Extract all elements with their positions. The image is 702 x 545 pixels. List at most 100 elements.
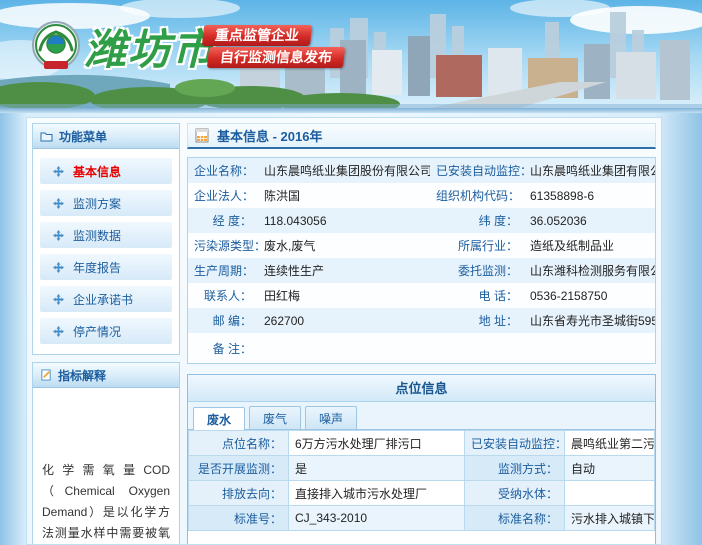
sidebar-item-monitor-data[interactable]: 监测数据: [40, 222, 172, 248]
page-content: 功能菜单 基本信息 监测方案: [26, 117, 662, 545]
tab-waste-gas[interactable]: 废气: [249, 406, 301, 429]
clipboard-icon: [195, 128, 209, 143]
banner-badge-1: 重点监管企业: [202, 25, 312, 46]
move-arrows-icon: [53, 262, 64, 273]
top-banner: 潍坊市 重点监管企业 自行监测信息发布: [0, 0, 702, 108]
field-value: 污水排入城镇下水道水质标准: [565, 506, 655, 531]
field-value: 山东晨鸣纸业集团有限公司: [524, 158, 655, 183]
sidebar-item-label: 年度报告: [73, 259, 121, 276]
point-table-gap: [188, 531, 655, 545]
banner-divider: [0, 108, 702, 113]
move-arrows-icon: [53, 166, 64, 177]
function-menu-title: 功能菜单: [59, 128, 107, 145]
field-value: 山东省寿光市圣城街595号: [524, 308, 655, 333]
table-row: 污染源类型： 废水,废气 所属行业： 造纸及纸制品业: [188, 233, 655, 258]
field-label: 联系人：: [188, 283, 258, 308]
move-arrows-icon: [53, 294, 64, 305]
function-menu-header: 功能菜单: [33, 124, 179, 149]
indicator-text: 化学需氧量COD（Chemical Oxygen Demand）是以化学方法测量…: [33, 388, 179, 545]
point-info-title: 点位信息: [188, 375, 655, 402]
table-row: 备 注：: [188, 333, 655, 363]
field-label: 邮 编：: [188, 308, 258, 333]
field-label: 委托监测：: [430, 258, 524, 283]
field-label: 经 度：: [188, 208, 258, 233]
field-value: [258, 333, 655, 363]
function-menu-list: 基本信息 监测方案 监测数据: [33, 149, 179, 354]
main-content: 基本信息 - 2016年 企业名称： 山东晨鸣纸业集团股份有限公司 已安装自动监…: [187, 123, 656, 539]
field-label: 企业法人：: [188, 183, 258, 208]
field-label: 组织机构代码：: [430, 183, 524, 208]
field-value: 连续性生产: [258, 258, 430, 283]
move-arrows-icon: [53, 198, 64, 209]
field-label: 生产周期：: [188, 258, 258, 283]
field-label: 污染源类型：: [188, 233, 258, 258]
sidebar-item-label: 停产情况: [73, 323, 121, 340]
field-value: 废水,废气: [258, 233, 430, 258]
field-label: 监测方式：: [465, 456, 565, 481]
field-value: 陈洪国: [258, 183, 430, 208]
table-row: 邮 编： 262700 地 址： 山东省寿光市圣城街595号: [188, 308, 655, 333]
field-value: CJ_343-2010: [289, 506, 465, 531]
table-row: 企业名称： 山东晨鸣纸业集团股份有限公司 已安装自动监控： 山东晨鸣纸业集团有限…: [188, 158, 655, 183]
field-value: 118.043056: [258, 208, 430, 233]
table-row: 点位名称： 6万方污水处理厂排污口 已安装自动监控： 晨鸣纸业第二污水处理厂: [189, 431, 655, 456]
point-tabs: 废水 废气 噪声: [188, 402, 655, 430]
field-value: [565, 481, 655, 506]
sidebar-item-commitment[interactable]: 企业承诺书: [40, 286, 172, 312]
epa-logo: [30, 20, 82, 74]
field-label: 纬 度：: [430, 208, 524, 233]
indicator-header: 指标解释: [33, 363, 179, 388]
sidebar-item-label: 基本信息: [73, 163, 121, 180]
field-value: 自动: [565, 456, 655, 481]
field-label: 点位名称：: [189, 431, 289, 456]
field-label: 标准名称：: [465, 506, 565, 531]
field-value: 262700: [258, 308, 430, 333]
field-value: 是: [289, 456, 465, 481]
field-value: 6万方污水处理厂排污口: [289, 431, 465, 456]
field-value: 山东潍科检测服务有限公司: [524, 258, 655, 283]
sidebar-item-annual-report[interactable]: 年度报告: [40, 254, 172, 280]
tab-wastewater[interactable]: 废水: [193, 407, 245, 430]
field-label: 受纳水体：: [465, 481, 565, 506]
field-label: 电 话：: [430, 283, 524, 308]
point-table-1: 点位名称： 6万方污水处理厂排污口 已安装自动监控： 晨鸣纸业第二污水处理厂 是…: [188, 430, 655, 531]
table-row: 标准号： CJ_343-2010 标准名称： 污水排入城镇下水道水质标准: [189, 506, 655, 531]
indicator-panel: 指标解释 化学需氧量COD（Chemical Oxygen Demand）是以化…: [32, 362, 180, 545]
notepad-icon: [40, 369, 52, 381]
section-header: 基本信息 - 2016年: [187, 123, 656, 149]
move-arrows-icon: [53, 326, 64, 337]
field-value: 山东晨鸣纸业集团股份有限公司: [258, 158, 430, 183]
tab-noise[interactable]: 噪声: [305, 406, 357, 429]
sidebar-item-label: 监测方案: [73, 195, 121, 212]
move-arrows-icon: [53, 230, 64, 241]
field-label: 是否开展监测：: [189, 456, 289, 481]
field-value: 田红梅: [258, 283, 430, 308]
field-label: 排放去向：: [189, 481, 289, 506]
basic-info-table-container: 企业名称： 山东晨鸣纸业集团股份有限公司 已安装自动监控： 山东晨鸣纸业集团有限…: [187, 157, 656, 364]
point-info-panel: 点位信息 废水 废气 噪声 点位名称： 6万方污水处理厂排污口 已安装自动监控：…: [187, 374, 656, 545]
function-menu-panel: 功能菜单 基本信息 监测方案: [32, 123, 180, 355]
indicator-title: 指标解释: [58, 367, 106, 384]
banner-badge-2: 自行监测信息发布: [207, 47, 345, 68]
sidebar-item-label: 监测数据: [73, 227, 121, 244]
field-label: 已安装自动监控：: [430, 158, 524, 183]
site-title: 潍坊市: [84, 16, 216, 77]
page-title: 基本信息 - 2016年: [217, 126, 322, 145]
field-label: 企业名称：: [188, 158, 258, 183]
field-label: 地 址：: [430, 308, 524, 333]
field-label: 所属行业：: [430, 233, 524, 258]
table-row: 企业法人： 陈洪国 组织机构代码： 61358898-6: [188, 183, 655, 208]
field-label: 已安装自动监控：: [465, 431, 565, 456]
sidebar-item-basic-info[interactable]: 基本信息: [40, 158, 172, 184]
sidebar: 功能菜单 基本信息 监测方案: [32, 123, 180, 539]
field-value: 36.052036: [524, 208, 655, 233]
sidebar-item-shutdown-status[interactable]: 停产情况: [40, 318, 172, 344]
table-row: 联系人： 田红梅 电 话： 0536-2158750: [188, 283, 655, 308]
field-value: 直接排入城市污水处理厂: [289, 481, 465, 506]
field-value: 0536-2158750: [524, 283, 655, 308]
table-row: 排放去向： 直接排入城市污水处理厂 受纳水体：: [189, 481, 655, 506]
table-row: 是否开展监测： 是 监测方式： 自动: [189, 456, 655, 481]
field-label: 备 注：: [188, 333, 258, 363]
field-label: 标准号：: [189, 506, 289, 531]
sidebar-item-monitor-plan[interactable]: 监测方案: [40, 190, 172, 216]
